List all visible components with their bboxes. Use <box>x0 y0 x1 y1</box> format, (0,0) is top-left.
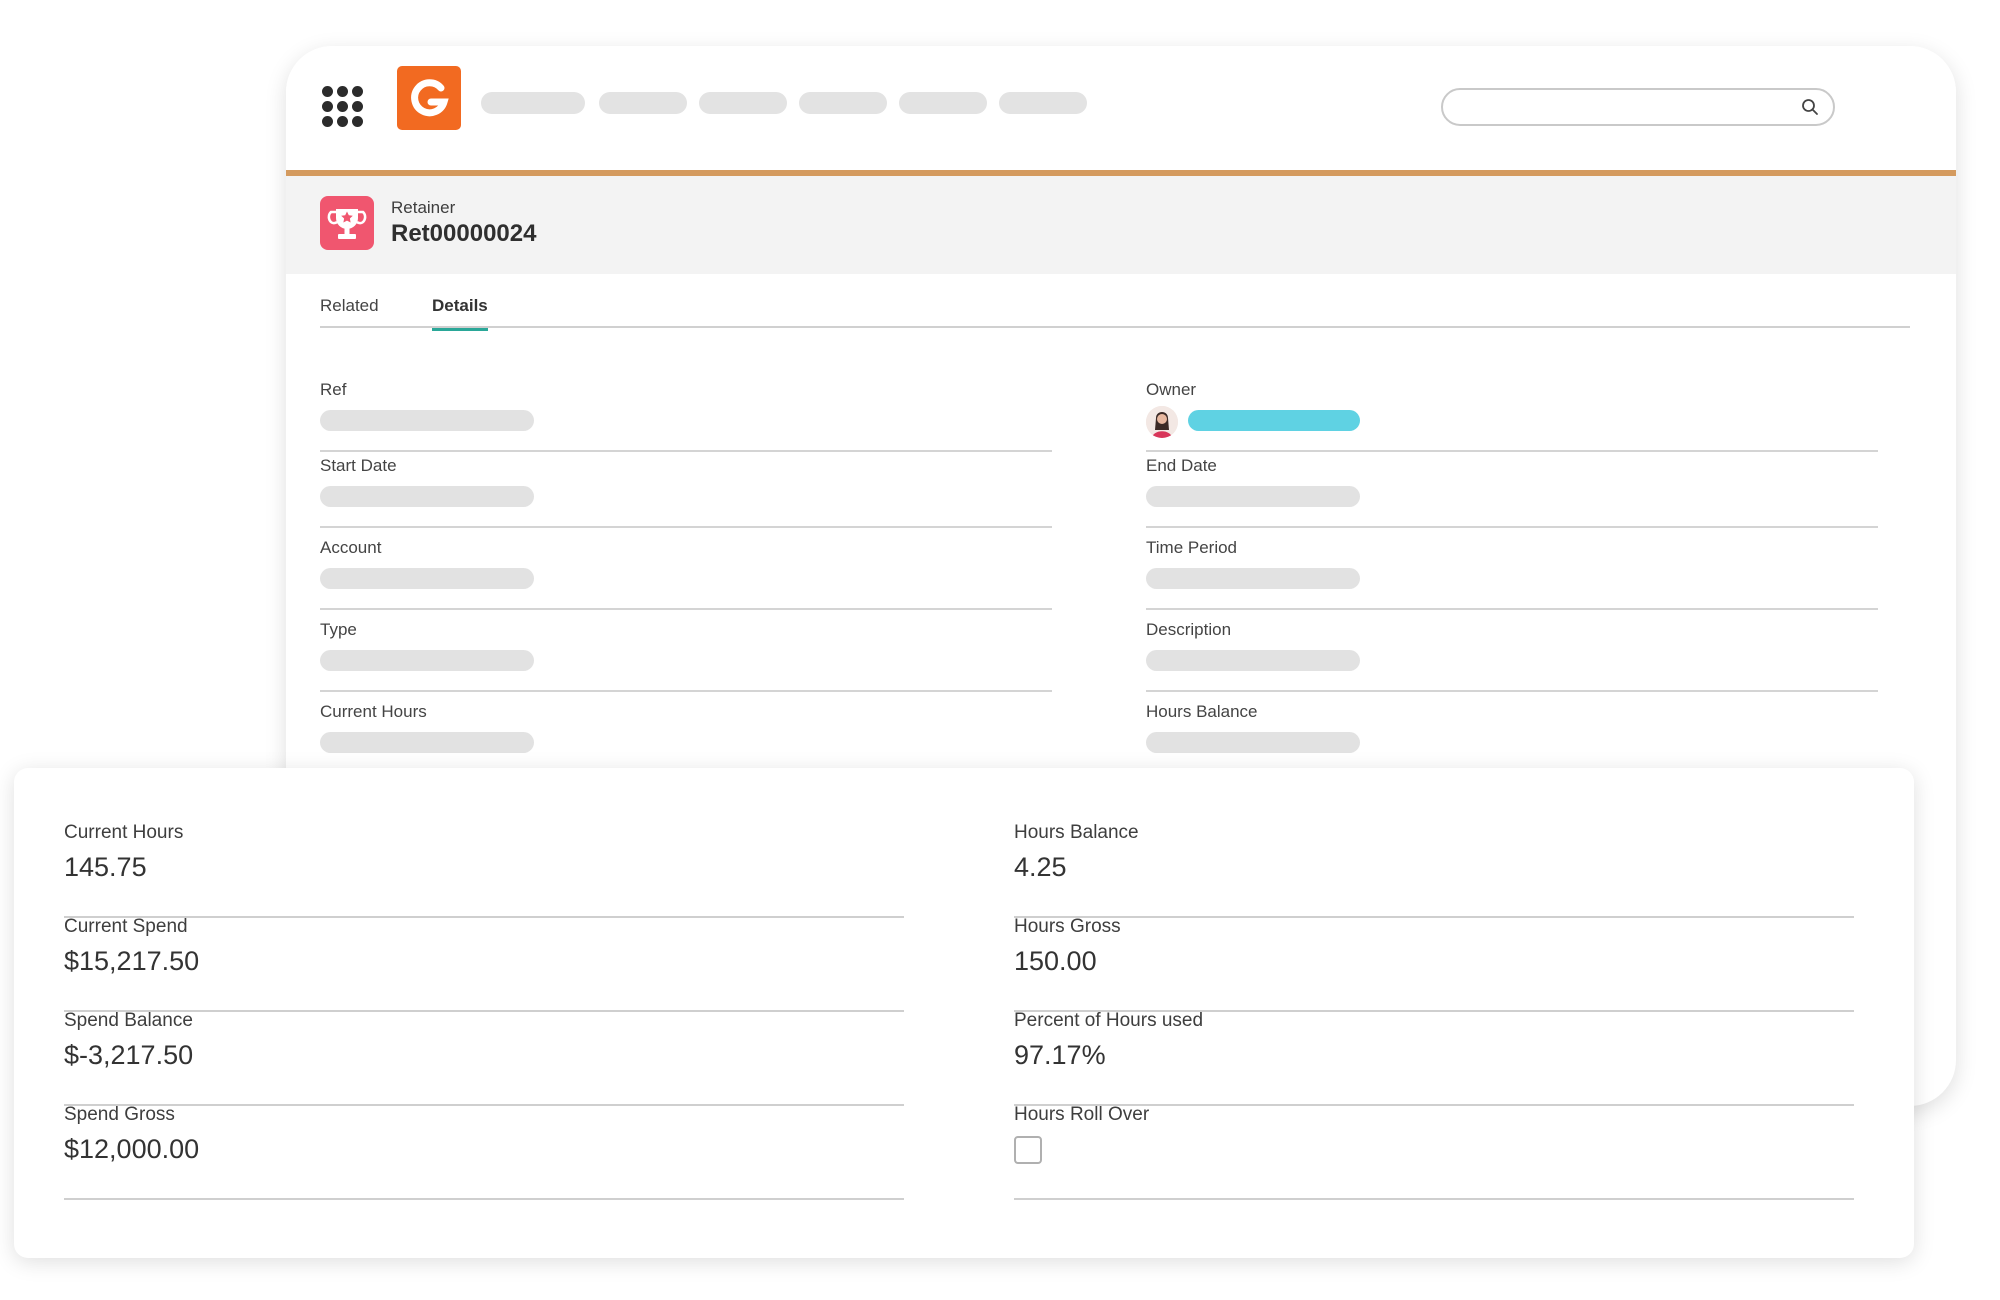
field-label: Ref <box>320 380 347 399</box>
tab-details[interactable]: Details <box>432 296 488 331</box>
field-label: Start Date <box>320 456 397 475</box>
top-navigation-bar <box>286 46 1956 170</box>
summary-value: 145.75 <box>64 852 147 882</box>
summary-value: $15,217.50 <box>64 946 200 976</box>
field-value-placeholder <box>320 732 534 753</box>
nav-item-6[interactable] <box>999 92 1087 114</box>
field-ref: Ref <box>320 380 1052 452</box>
hours-roll-over-checkbox[interactable] <box>1014 1136 1042 1164</box>
summary-current-spend: Current Spend $15,217.50 <box>64 916 904 1012</box>
search-input[interactable] <box>1459 96 1783 120</box>
nav-item-2[interactable] <box>599 92 687 114</box>
field-label: Hours Balance <box>1146 702 1258 721</box>
nav-item-5[interactable] <box>899 92 987 114</box>
app-launcher-grid-icon[interactable] <box>322 86 364 128</box>
summary-spend-balance: Spend Balance $-3,217.50 <box>64 1010 904 1106</box>
summary-label: Spend Balance <box>64 1010 193 1031</box>
field-value-placeholder <box>320 568 534 589</box>
summary-value: 150.00 <box>1014 946 1097 976</box>
field-description: Description <box>1146 620 1878 692</box>
owner-name-link[interactable] <box>1188 410 1360 431</box>
record-name: Ret00000024 <box>391 220 537 247</box>
summary-hours-gross: Hours Gross 150.00 <box>1014 916 1854 1012</box>
summary-label: Hours Roll Over <box>1014 1104 1150 1125</box>
field-value-placeholder <box>1146 486 1360 507</box>
field-start-date: Start Date <box>320 456 1052 528</box>
field-current-hours: Current Hours <box>320 702 1052 772</box>
summary-label: Hours Gross <box>1014 916 1121 937</box>
tab-related[interactable]: Related <box>320 296 379 328</box>
field-label: Owner <box>1146 380 1197 399</box>
summary-spend-gross: Spend Gross $12,000.00 <box>64 1104 904 1200</box>
g-logo-icon[interactable] <box>397 66 461 130</box>
summary-label: Current Hours <box>64 822 184 843</box>
record-header: Retainer Ret00000024 <box>286 176 1956 274</box>
field-label: Description <box>1146 620 1232 639</box>
field-value-placeholder <box>1146 732 1360 753</box>
hours-spend-summary-card: Current Hours 145.75 Current Spend $15,2… <box>14 768 1914 1258</box>
summary-value: 4.25 <box>1014 852 1067 882</box>
field-label: Type <box>320 620 357 639</box>
nav-item-4[interactable] <box>799 92 887 114</box>
summary-hours-roll-over: Hours Roll Over <box>1014 1104 1854 1200</box>
field-value-placeholder <box>320 650 534 671</box>
field-value-placeholder <box>320 486 534 507</box>
global-search[interactable] <box>1441 88 1835 126</box>
field-label: Current Hours <box>320 702 427 721</box>
owner-avatar-icon[interactable] <box>1146 406 1178 438</box>
field-value-placeholder <box>1146 650 1360 671</box>
trophy-icon <box>320 196 374 250</box>
nav-item-3[interactable] <box>699 92 787 114</box>
record-type-label: Retainer <box>391 198 456 217</box>
nav-item-1[interactable] <box>481 92 585 114</box>
search-icon[interactable] <box>1801 98 1819 116</box>
field-label: Account <box>320 538 382 557</box>
summary-current-hours: Current Hours 145.75 <box>64 822 904 918</box>
field-label: Time Period <box>1146 538 1238 557</box>
record-tabs: Related Details <box>320 284 1910 331</box>
summary-hours-balance: Hours Balance 4.25 <box>1014 822 1854 918</box>
summary-label: Hours Balance <box>1014 822 1139 843</box>
summary-value: 97.17% <box>1014 1040 1106 1070</box>
field-type: Type <box>320 620 1052 692</box>
field-value-placeholder <box>320 410 534 431</box>
summary-value: $12,000.00 <box>64 1134 200 1164</box>
field-owner: Owner <box>1146 380 1878 452</box>
summary-label: Current Spend <box>64 916 188 937</box>
field-account: Account <box>320 538 1052 610</box>
summary-value: $-3,217.50 <box>64 1040 194 1070</box>
summary-percent-hours-used: Percent of Hours used 97.17% <box>1014 1010 1854 1106</box>
field-hours-balance: Hours Balance <box>1146 702 1878 772</box>
summary-label: Percent of Hours used <box>1014 1010 1204 1031</box>
field-label: End Date <box>1146 456 1217 475</box>
field-end-date: End Date <box>1146 456 1878 528</box>
field-time-period: Time Period <box>1146 538 1878 610</box>
summary-label: Spend Gross <box>64 1104 175 1125</box>
field-value-placeholder <box>1146 568 1360 589</box>
